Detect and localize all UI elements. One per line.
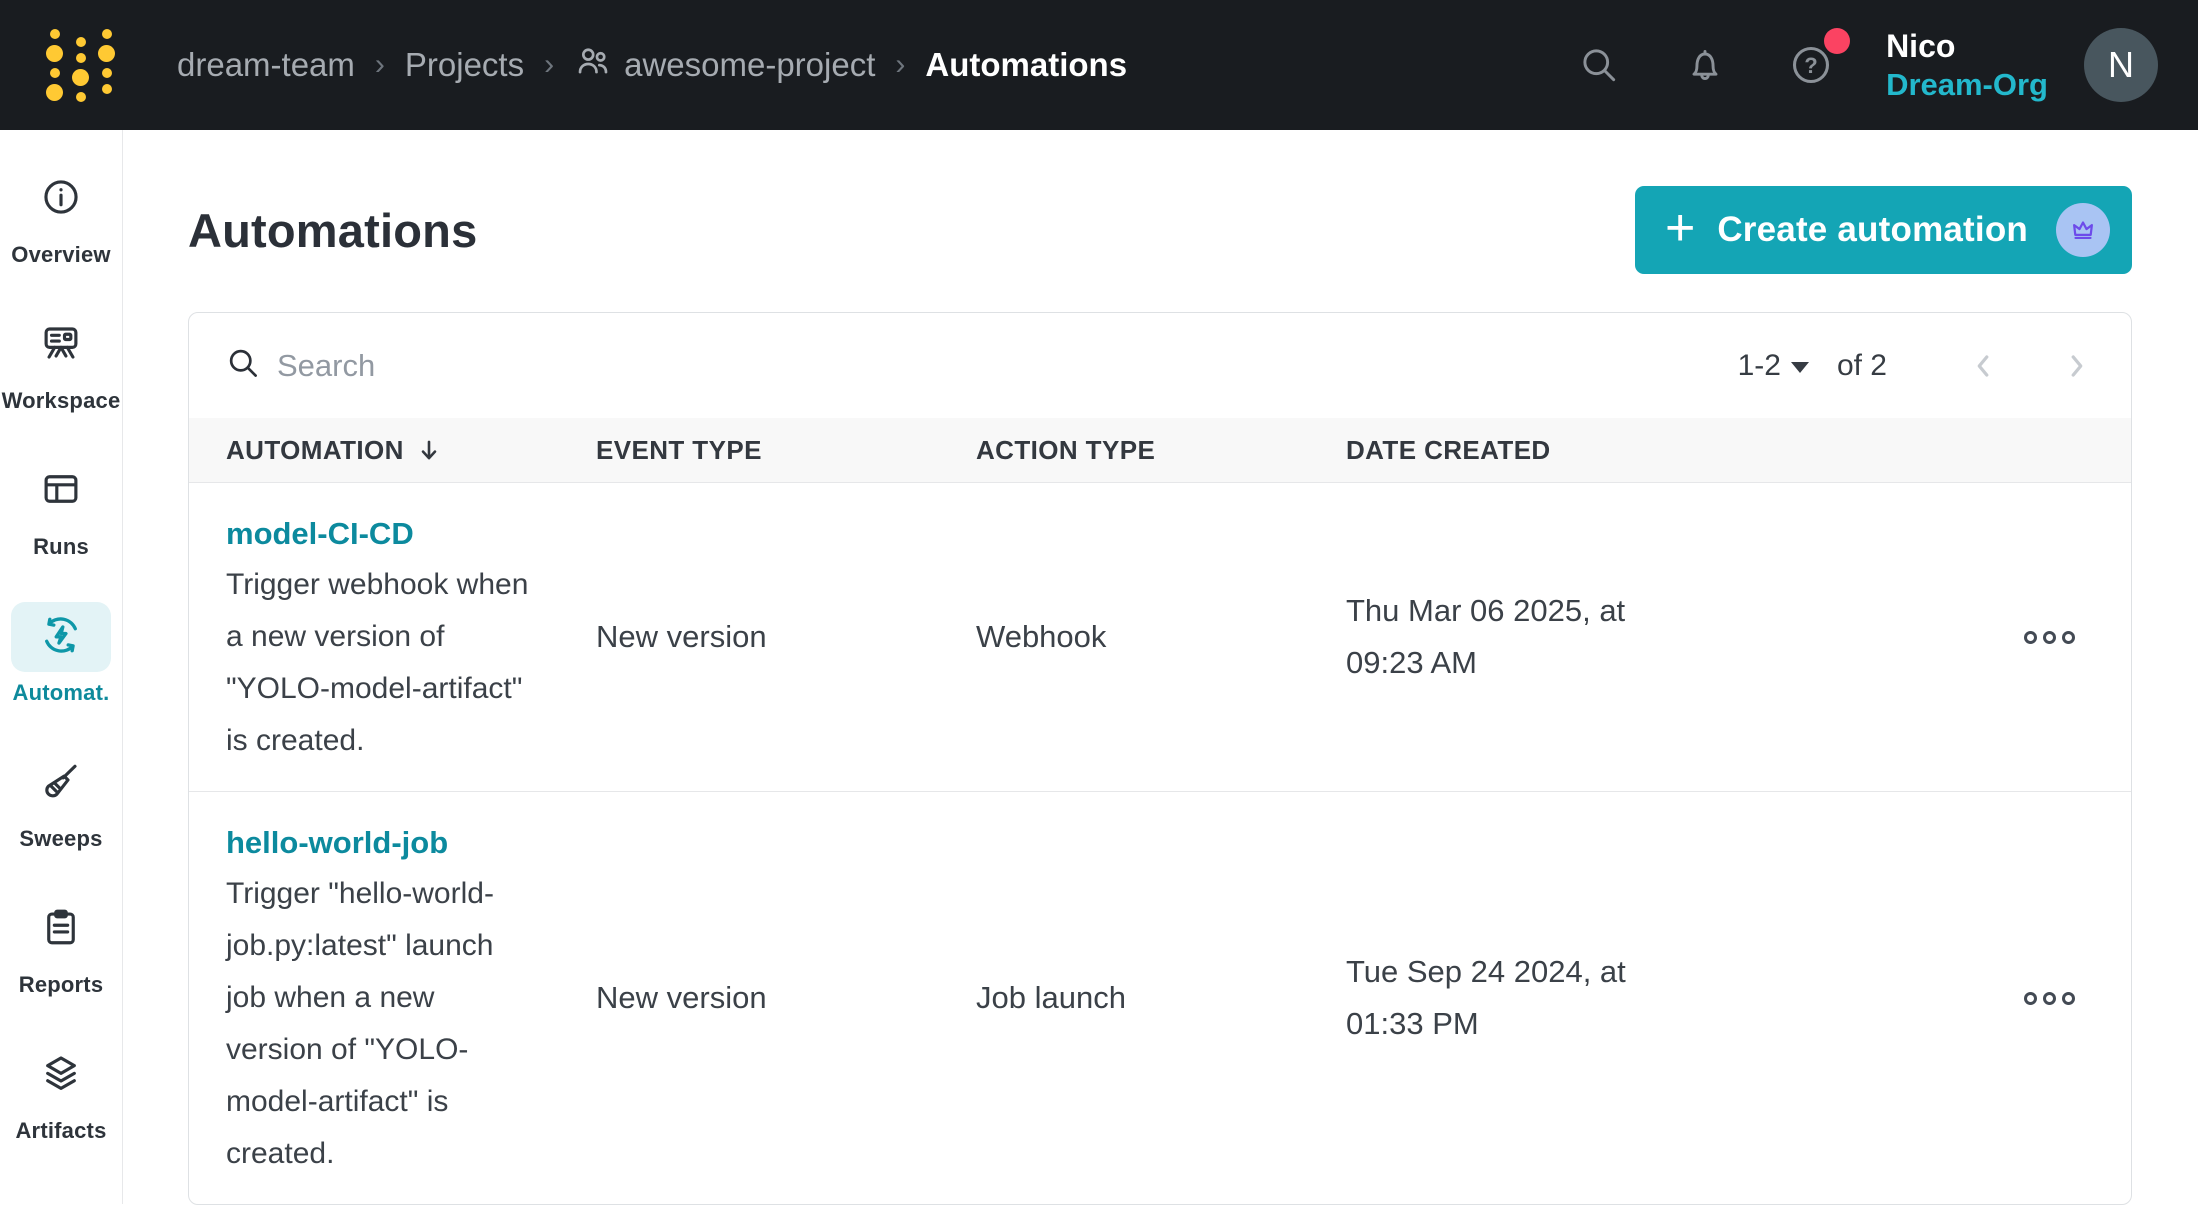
sort-desc-arrow-icon	[416, 437, 442, 463]
top-nav: dream-team › Projects › awesome-project …	[0, 0, 2198, 130]
sidebar-item-workspace[interactable]: Workspace	[2, 310, 121, 414]
search-nav-button[interactable]	[1570, 36, 1628, 94]
reports-clipboard-icon	[40, 906, 82, 953]
table-row: hello-world-job Trigger "hello-world-job…	[189, 791, 2131, 1204]
sidebar-item-automations[interactable]: Automat.	[11, 602, 111, 706]
breadcrumb-project[interactable]: awesome-project	[574, 42, 875, 88]
page-range-dropdown[interactable]: 1-2	[1738, 349, 1809, 383]
sidebar-item-artifacts[interactable]: Artifacts	[11, 1040, 111, 1144]
breadcrumb-team[interactable]: dream-team	[177, 46, 355, 84]
notification-dot	[1824, 28, 1850, 54]
date-created-cell: Tue Sep 24 2024, at 01:33 PM	[1346, 946, 1646, 1050]
table-header-row: AUTOMATION EVENT TYPE ACTION TYPE DATE C…	[189, 418, 2131, 482]
event-type-cell: New version	[596, 980, 976, 1016]
premium-crown-badge	[2056, 203, 2110, 257]
info-icon	[40, 176, 82, 223]
wandb-logo-icon[interactable]	[46, 29, 115, 102]
pagination: 1-2 of 2	[1738, 348, 2095, 384]
user-name: Nico	[1886, 26, 2048, 66]
workspace-icon	[40, 322, 82, 369]
project-sidebar: Overview Workspace Runs Autom	[0, 130, 123, 1204]
event-type-cell: New version	[596, 619, 976, 655]
breadcrumb-separator: ›	[895, 48, 905, 82]
search-input[interactable]	[277, 348, 977, 384]
search-icon	[1577, 43, 1621, 87]
automations-table-card: 1-2 of 2 AUTOMATION	[188, 312, 2132, 1205]
breadcrumb: dream-team › Projects › awesome-project …	[177, 42, 1127, 88]
svg-text:?: ?	[1804, 53, 1817, 78]
artifacts-layers-icon	[40, 1052, 82, 1099]
column-header-date-created[interactable]: DATE CREATED	[1346, 435, 1906, 466]
nav-actions: ? Nico Dream-Org N	[1522, 26, 2158, 105]
automation-name-link[interactable]: hello-world-job	[226, 820, 566, 866]
page-total: of 2	[1837, 349, 1887, 383]
sidebar-item-reports[interactable]: Reports	[11, 894, 111, 998]
chevron-left-icon	[1965, 348, 2001, 384]
action-type-cell: Job launch	[976, 980, 1346, 1016]
main-content: Automations + Create automation	[124, 130, 2198, 1204]
column-header-automation[interactable]: AUTOMATION	[226, 435, 596, 466]
automations-icon	[39, 613, 83, 662]
plus-icon: +	[1665, 202, 1695, 254]
breadcrumb-separator: ›	[544, 48, 554, 82]
team-icon	[574, 42, 612, 88]
breadcrumb-separator: ›	[375, 48, 385, 82]
row-overflow-menu-button[interactable]	[2016, 623, 2083, 652]
overflow-dots-icon	[2024, 992, 2037, 1005]
row-overflow-menu-button[interactable]	[2016, 984, 2083, 1013]
sidebar-item-runs[interactable]: Runs	[11, 456, 111, 560]
action-type-cell: Webhook	[976, 619, 1346, 655]
automation-name-link[interactable]: model-CI-CD	[226, 511, 566, 557]
automation-description: Trigger webhook when a new version of "Y…	[226, 559, 534, 767]
page-title: Automations	[188, 203, 477, 258]
chevron-right-icon	[2059, 348, 2095, 384]
column-header-action-type[interactable]: ACTION TYPE	[976, 435, 1346, 466]
avatar[interactable]: N	[2084, 28, 2158, 102]
table-row: model-CI-CD Trigger webhook when a new v…	[189, 482, 2131, 791]
breadcrumb-current: Automations	[925, 46, 1127, 84]
bell-icon	[1683, 43, 1727, 87]
table-toolbar: 1-2 of 2	[189, 313, 2131, 418]
notifications-button[interactable]	[1676, 36, 1734, 94]
sidebar-item-sweeps[interactable]: Sweeps	[11, 748, 111, 852]
caret-down-icon	[1791, 362, 1809, 373]
user-org: Dream-Org	[1886, 66, 2048, 105]
help-button[interactable]: ?	[1782, 36, 1840, 94]
sweeps-broom-icon	[40, 760, 82, 807]
column-header-event-type[interactable]: EVENT TYPE	[596, 435, 976, 466]
crown-icon	[2069, 216, 2097, 244]
sidebar-item-overview[interactable]: Overview	[11, 164, 111, 268]
automation-description: Trigger "hello-world-job.py:latest" laun…	[226, 868, 534, 1180]
create-automation-button[interactable]: + Create automation	[1635, 186, 2132, 274]
date-created-cell: Thu Mar 06 2025, at 09:23 AM	[1346, 585, 1646, 689]
next-page-button[interactable]	[2059, 348, 2095, 384]
prev-page-button[interactable]	[1965, 348, 2001, 384]
search-icon	[225, 345, 261, 386]
breadcrumb-projects[interactable]: Projects	[405, 46, 524, 84]
runs-table-icon	[40, 468, 82, 515]
user-menu[interactable]: Nico Dream-Org	[1886, 26, 2048, 105]
overflow-dots-icon	[2024, 631, 2037, 644]
